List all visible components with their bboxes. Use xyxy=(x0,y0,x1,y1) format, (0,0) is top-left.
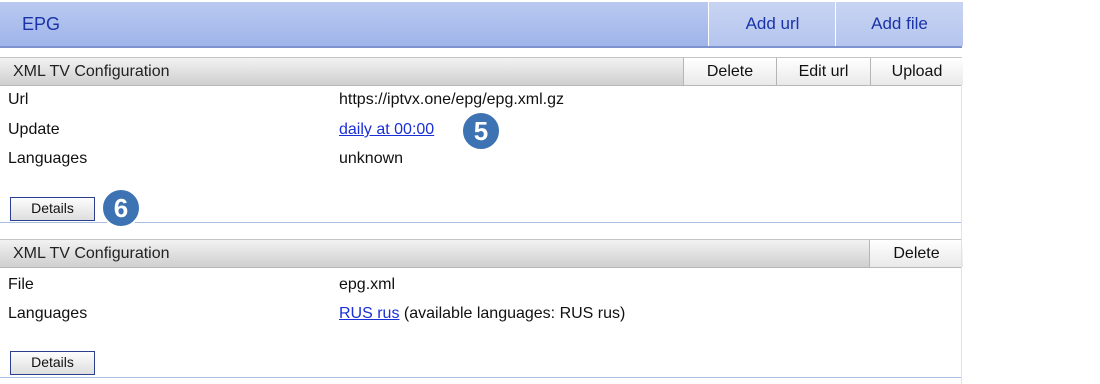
languages-value: unknown xyxy=(339,150,404,167)
language-link[interactable]: RUS rus xyxy=(339,305,399,322)
epg-panel: EPG Add url Add file XML TV Configuratio… xyxy=(0,0,963,384)
page-title: EPG xyxy=(22,14,61,34)
upload-button[interactable]: Upload xyxy=(870,58,963,85)
file-label: File xyxy=(8,276,34,293)
update-schedule-link[interactable]: daily at 00:00 xyxy=(339,119,434,141)
callout-badge-6: 6 xyxy=(101,188,141,228)
update-label: Update xyxy=(8,121,60,138)
available-languages-note: (available languages: RUS rus) xyxy=(403,305,626,322)
delete-button[interactable]: Delete xyxy=(683,58,776,85)
url-label: Url xyxy=(8,91,29,108)
xmltv-config-header-2: XML TV Configuration Delete xyxy=(0,239,963,268)
edit-url-button[interactable]: Edit url xyxy=(776,58,870,85)
file-value: epg.xml xyxy=(339,276,396,293)
add-file-button[interactable]: Add file xyxy=(835,2,963,46)
config-title: XML TV Configuration xyxy=(13,63,170,80)
languages-label: Languages xyxy=(8,150,88,167)
divider xyxy=(0,377,962,378)
config-title: XML TV Configuration xyxy=(13,245,170,262)
xmltv-config-header-1: XML TV Configuration Delete Edit url Upl… xyxy=(0,57,963,86)
panel-edge xyxy=(961,84,962,384)
languages-label: Languages xyxy=(8,305,88,322)
url-value: https://iptvx.one/epg/epg.xml.gz xyxy=(339,91,565,108)
delete-button[interactable]: Delete xyxy=(869,240,963,267)
details-button[interactable]: Details xyxy=(10,351,95,375)
languages-value-row: RUS rus (available languages: RUS rus) xyxy=(339,303,625,325)
add-url-button[interactable]: Add url xyxy=(708,2,836,46)
details-button[interactable]: Details xyxy=(10,197,95,221)
callout-badge-5: 5 xyxy=(461,111,501,151)
divider xyxy=(0,222,962,223)
epg-header: EPG Add url Add file xyxy=(0,2,963,48)
